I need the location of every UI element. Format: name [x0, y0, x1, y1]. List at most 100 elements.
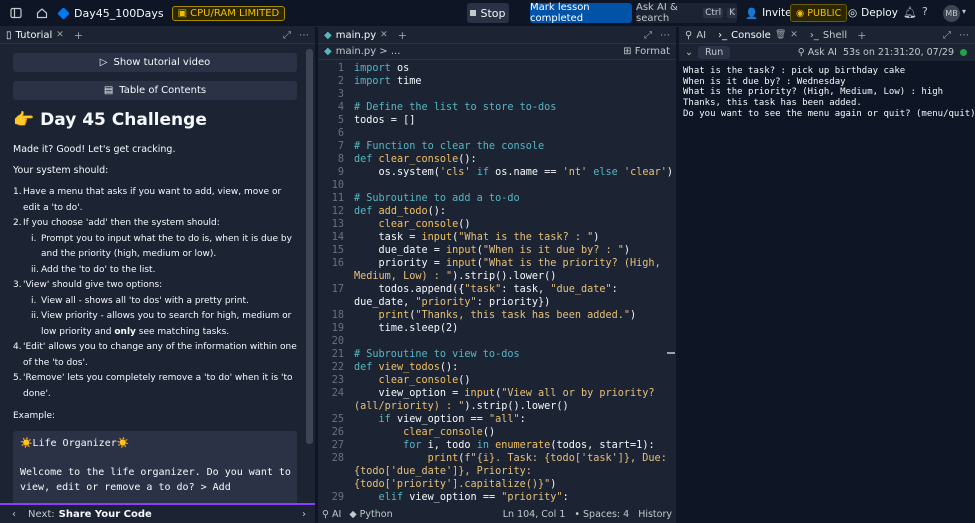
sidebar-toggle-icon[interactable]: [6, 3, 26, 23]
close-icon[interactable]: ✕: [380, 30, 388, 40]
add-tab-icon[interactable]: +: [70, 29, 87, 42]
show-tutorial-video-button[interactable]: ▷ Show tutorial video: [13, 53, 297, 72]
tutorial-scrollbar[interactable]: [306, 49, 313, 444]
line-number: 29: [331, 492, 344, 503]
item-text: Have a menu that asks if you want to add…: [23, 187, 282, 213]
code-line: 17 todos.append({"task": task, "due_date…: [318, 283, 676, 309]
code-editor[interactable]: 1 import os 2 import time 3 4 # Define the …: [318, 62, 676, 503]
tab-ai[interactable]: ⚲ AI: [679, 27, 712, 44]
item-text: 'Remove' lets you completely remove a 't…: [23, 373, 293, 399]
line-number: 22: [331, 362, 344, 373]
terminal-icon: ›_: [718, 29, 728, 41]
cursor-position[interactable]: Ln 104, Col 1: [503, 509, 566, 520]
language-label: Python: [359, 509, 393, 520]
line-number: 18: [331, 310, 344, 321]
expand-icon[interactable]: ⤢: [283, 30, 291, 41]
next-lesson-bar[interactable]: ‹ Next: Share Your Code ›: [0, 503, 315, 523]
ai-icon: ⚲: [797, 47, 805, 58]
expand-icon[interactable]: ⤢: [644, 30, 652, 41]
more-icon[interactable]: ⋯: [959, 30, 969, 41]
code-line: 29 elif view_option == "priority":: [318, 491, 676, 503]
item-text: 'Edit' allows you to change any of the i…: [23, 342, 297, 368]
tab-tutorial[interactable]: ▯ Tutorial ✕: [0, 27, 70, 44]
deploy-button[interactable]: ◎ Deploy: [848, 3, 898, 23]
item-number: i.: [31, 233, 37, 244]
run-button[interactable]: Run: [698, 46, 731, 59]
item-text: 'View' should give two options:: [23, 280, 163, 290]
expand-icon[interactable]: ⤢: [943, 30, 951, 41]
history-button[interactable]: History: [638, 509, 672, 520]
repl-name[interactable]: Day45_100Days: [57, 7, 164, 20]
ai-status[interactable]: ⚲ AI: [322, 509, 341, 520]
code-line: 11 # Subroutine to add a to-do: [318, 192, 676, 205]
line-number: 8: [337, 154, 344, 165]
line-number: 20: [331, 336, 344, 347]
item-number: 4.: [13, 342, 22, 352]
line-number: 14: [331, 232, 344, 243]
table-of-contents-button[interactable]: ▤ Table of Contents: [13, 81, 297, 100]
home-icon[interactable]: [32, 3, 52, 23]
breadcrumb-text[interactable]: main.py > ...: [336, 46, 401, 57]
chevron-down-icon[interactable]: ▾: [962, 7, 966, 16]
code-line: 2 import time: [318, 75, 676, 88]
line-number: 24: [331, 388, 344, 399]
bell-icon[interactable]: 🔔︎: [903, 6, 917, 19]
trash-icon[interactable]: 🗑︎: [775, 30, 786, 40]
close-icon[interactable]: ✕: [790, 30, 798, 40]
spaces-setting[interactable]: • Spaces: 4: [574, 509, 629, 520]
sub-list: i. View all - shows all 'to dos' with a p…: [23, 294, 297, 341]
show-video-label: Show tutorial video: [113, 57, 211, 68]
shortcut-ctrl: Ctrl: [703, 8, 724, 18]
chevron-left-icon[interactable]: ‹: [0, 509, 28, 520]
public-badge[interactable]: ◉ PUBLIC: [790, 4, 848, 22]
add-tab-icon[interactable]: +: [394, 29, 411, 42]
book-icon: ▯: [6, 29, 12, 41]
line-number: 19: [331, 323, 344, 334]
code-line: 12 def add_todo():: [318, 205, 676, 218]
limit-badge-label: CPU/RAM LIMITED: [190, 7, 280, 19]
item-number: 2.: [13, 218, 22, 228]
python-file-icon: ◆: [324, 46, 332, 57]
line-number: 10: [331, 180, 344, 191]
help-icon[interactable]: ?: [922, 5, 928, 18]
line-number: 11: [331, 193, 344, 204]
invite-button[interactable]: 👤 Invite: [745, 3, 792, 23]
avatar[interactable]: MB: [943, 5, 960, 22]
item-number: 1.: [13, 187, 22, 197]
list-item: ii. View priority - allows you to search …: [31, 309, 297, 340]
breadcrumb: ◆ main.py > ... ⊞ Format: [318, 44, 676, 60]
chevron-down-icon[interactable]: ⌄: [685, 47, 693, 58]
list-item: 2. If you choose 'add' then the system sh…: [13, 216, 297, 278]
item-text: If you choose 'add' then the system shou…: [23, 218, 220, 228]
status-indicator: [960, 49, 967, 56]
code-line: 3: [318, 88, 676, 101]
code-line: 6: [318, 127, 676, 140]
list-item: 5. 'Remove' lets you completely remove a …: [13, 371, 297, 402]
more-icon[interactable]: ⋯: [299, 30, 309, 41]
language-status[interactable]: ◆ Python: [349, 509, 392, 520]
more-icon[interactable]: ⋯: [660, 30, 670, 41]
line-number: 5: [337, 115, 344, 126]
ask-ai-label: Ask AI: [807, 47, 837, 58]
ask-ai-search-button[interactable]: Ask AI & search Ctrl K: [636, 2, 737, 24]
spaces-label: Spaces: 4: [583, 509, 630, 520]
stop-icon: [470, 10, 477, 16]
tab-console[interactable]: ›_ Console 🗑︎ ✕: [712, 27, 804, 44]
cpu-ram-limited-badge[interactable]: ▣ CPU/RAM LIMITED: [171, 5, 286, 21]
item-number: 5.: [13, 373, 22, 383]
editor-status-bar: ⚲ AI ◆ Python Ln 104, Col 1 • Spaces: 4 …: [318, 506, 676, 523]
mark-lesson-completed-button[interactable]: Mark lesson completed: [530, 2, 632, 24]
add-tab-icon[interactable]: +: [853, 29, 870, 42]
next-lesson-title: Share Your Code: [58, 508, 152, 520]
stop-button[interactable]: Stop: [467, 3, 509, 23]
console-output[interactable]: What is the task? : pick up birthday cak…: [679, 61, 975, 125]
tab-console-label: Console: [731, 29, 771, 41]
format-button[interactable]: ⊞ Format: [623, 46, 676, 57]
code-line: 7 # Function to clear the console: [318, 140, 676, 153]
tab-shell[interactable]: ›_ Shell: [804, 27, 853, 44]
editor-scroll-marker: [667, 352, 675, 354]
chevron-right-icon[interactable]: ›: [293, 509, 315, 520]
ask-ai-button[interactable]: ⚲ Ask AI: [798, 47, 837, 58]
tab-main-py[interactable]: ◆ main.py ✕: [318, 27, 394, 44]
close-icon[interactable]: ✕: [56, 30, 64, 40]
